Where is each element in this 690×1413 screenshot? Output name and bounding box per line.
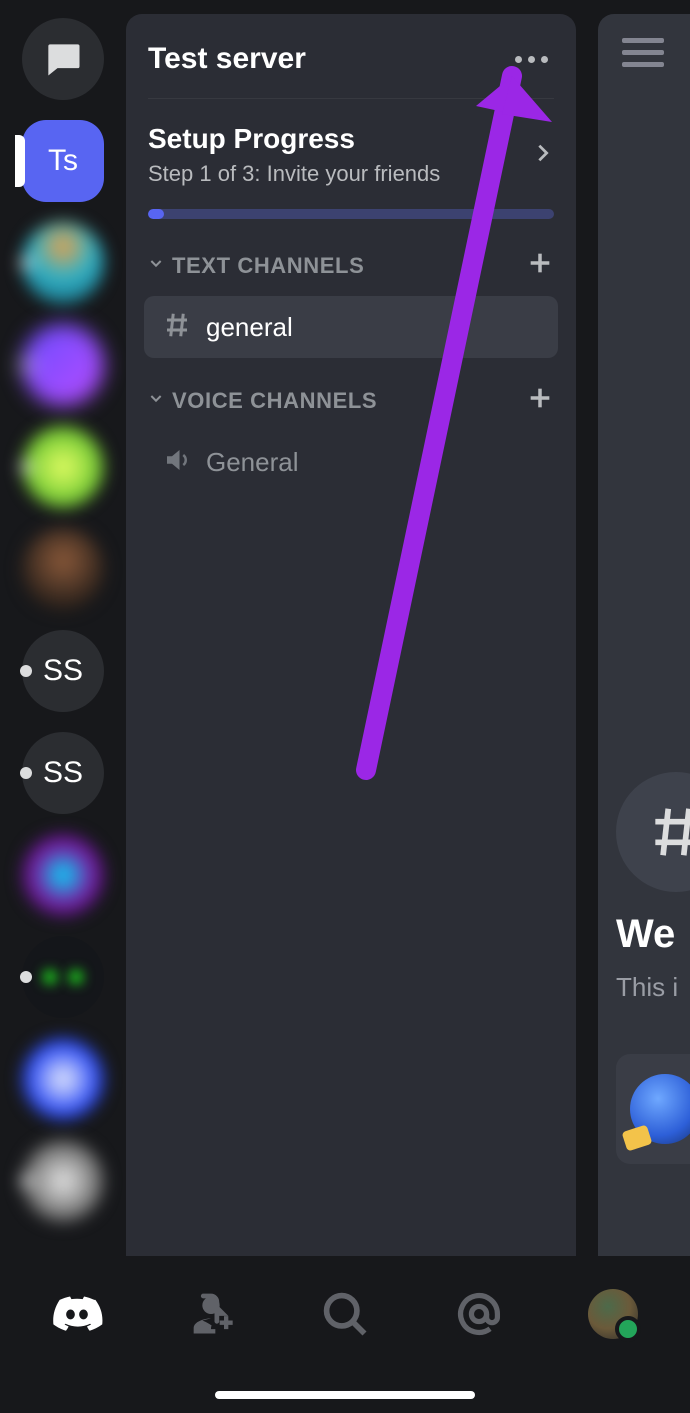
channel-name: General — [206, 447, 299, 478]
add-channel-button[interactable] — [526, 249, 554, 282]
server-icon[interactable] — [22, 528, 104, 610]
category-header-text-channels[interactable]: TEXT CHANNELS — [144, 243, 558, 288]
server-more-button[interactable] — [509, 50, 554, 69]
welcome-action-card[interactable] — [616, 1054, 690, 1164]
server-icon[interactable] — [22, 324, 104, 406]
server-icon[interactable] — [22, 1038, 104, 1120]
server-icon[interactable] — [22, 834, 104, 916]
notification-dot — [20, 257, 32, 269]
home-indicator — [215, 1391, 475, 1399]
welcome-heading: We — [616, 912, 675, 957]
nav-friends-button[interactable] — [181, 1284, 241, 1344]
chevron-down-icon — [148, 390, 164, 411]
chevron-right-icon — [532, 142, 554, 169]
channel-content-peek[interactable]: We This i — [598, 14, 690, 1270]
category-header-voice-channels[interactable]: VOICE CHANNELS — [144, 378, 558, 423]
nav-mentions-button[interactable] — [449, 1284, 509, 1344]
setup-progress-fill — [148, 209, 164, 219]
server-icon[interactable] — [22, 1140, 104, 1222]
more-dots-icon — [528, 56, 535, 63]
server-icon-label: SS — [43, 654, 83, 688]
bottom-nav — [0, 1256, 690, 1371]
direct-messages-button[interactable] — [22, 18, 104, 100]
server-icon[interactable] — [22, 936, 104, 1018]
chevron-down-icon — [148, 255, 164, 276]
notification-dot — [20, 1175, 32, 1187]
channel-name: general — [206, 312, 293, 343]
nav-home-button[interactable] — [47, 1284, 107, 1344]
voice-channel-general[interactable]: General — [144, 431, 558, 493]
setup-step-text: Step 1 of 3: Invite your friends — [148, 161, 520, 187]
server-icon-label: SS — [43, 756, 83, 790]
server-icon[interactable]: SS — [22, 630, 104, 712]
channel-panel: Test server Setup Progress Step 1 of 3: … — [126, 14, 576, 1270]
setup-progress-card[interactable]: Setup Progress Step 1 of 3: Invite your … — [144, 99, 558, 205]
server-icon[interactable]: SS — [22, 732, 104, 814]
more-dots-icon — [515, 56, 522, 63]
notification-dot — [20, 767, 32, 779]
server-icon[interactable] — [22, 426, 104, 508]
welcome-subtitle: This i — [616, 972, 678, 1003]
server-name: Test server — [148, 42, 306, 76]
nav-search-button[interactable] — [315, 1284, 375, 1344]
globe-icon — [630, 1074, 690, 1144]
user-avatar — [588, 1289, 638, 1339]
hash-icon — [162, 310, 192, 345]
welcome-hash-icon — [616, 772, 690, 892]
more-dots-icon — [541, 56, 548, 63]
server-icon-label: Ts — [48, 144, 78, 178]
notification-dot — [20, 359, 32, 371]
server-icon[interactable] — [22, 222, 104, 304]
setup-title: Setup Progress — [148, 123, 520, 155]
server-rail: Ts SS SS — [0, 0, 126, 1270]
nav-profile-button[interactable] — [583, 1284, 643, 1344]
speaker-icon — [162, 445, 192, 480]
selected-indicator — [15, 135, 25, 187]
notification-dot — [20, 461, 32, 473]
server-icon-test-server[interactable]: Ts — [22, 120, 104, 202]
text-channel-general[interactable]: general — [144, 296, 558, 358]
category-name: TEXT CHANNELS — [172, 253, 364, 279]
notification-dot — [20, 665, 32, 677]
hamburger-icon[interactable] — [622, 38, 664, 67]
setup-progress-bar — [148, 209, 554, 219]
add-channel-button[interactable] — [526, 384, 554, 417]
notification-dot — [20, 971, 32, 983]
category-name: VOICE CHANNELS — [172, 388, 377, 414]
